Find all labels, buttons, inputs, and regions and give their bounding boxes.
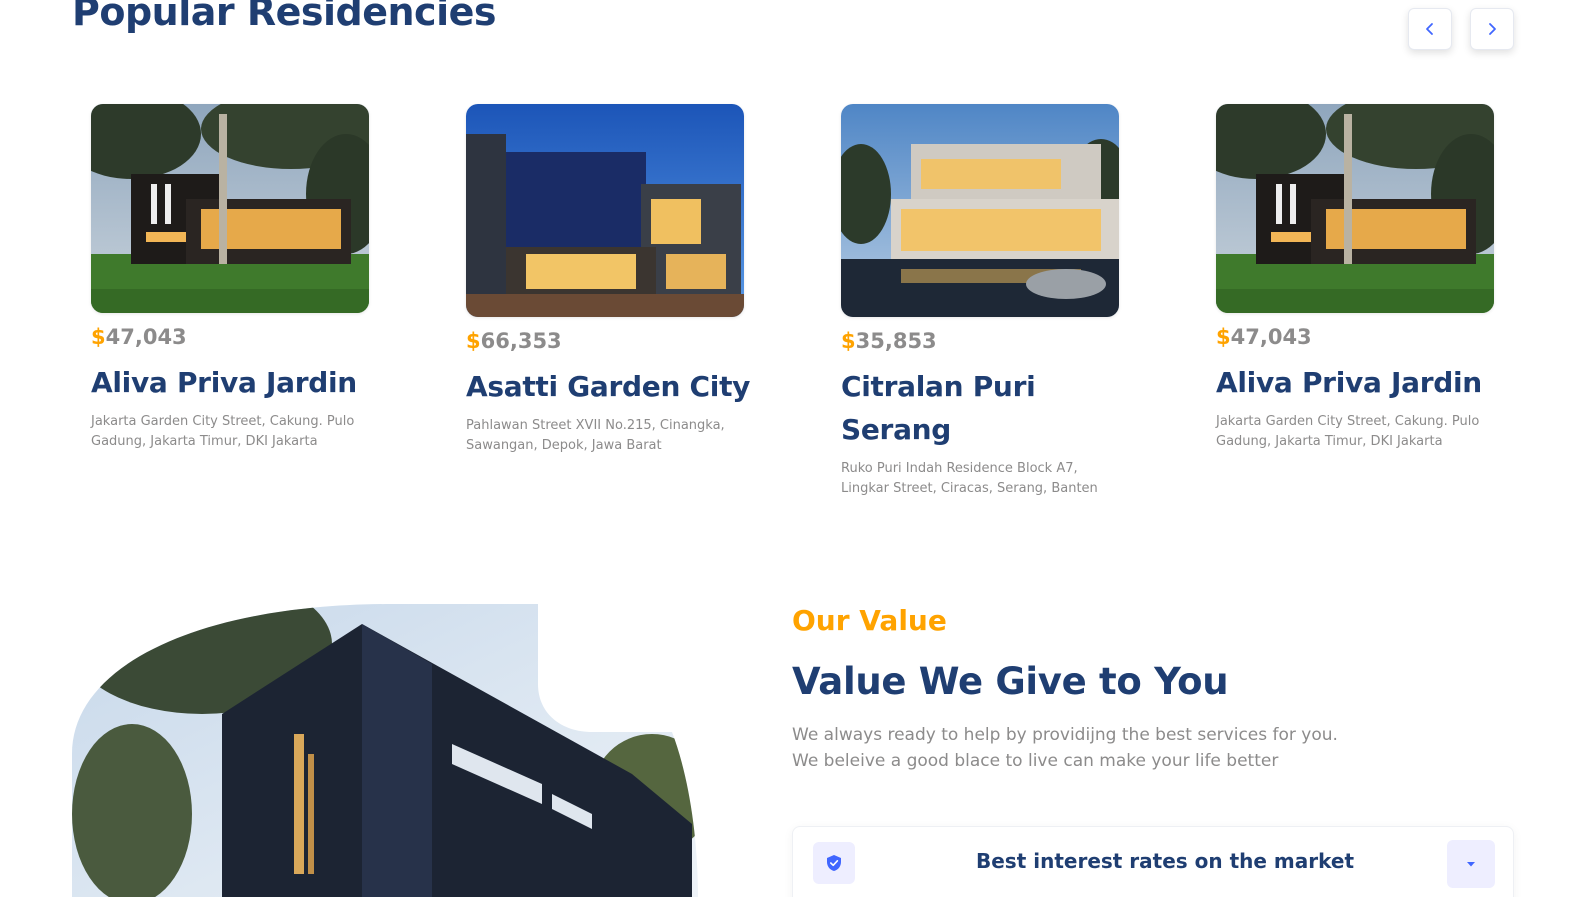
residency-image (91, 104, 369, 313)
prev-button[interactable] (1408, 8, 1452, 50)
residency-address: Jakarta Garden City Street, Cakung. Pulo… (1216, 414, 1480, 449)
residency-address: Ruko Puri Indah Residence Block A7, Ling… (841, 461, 1098, 496)
caret-down-icon (1467, 862, 1475, 867)
residency-image (841, 104, 1119, 317)
value-description-line: We beleive a good blace to live can make… (792, 751, 1279, 771)
chevron-left-icon (1426, 23, 1433, 35)
currency-symbol: $ (91, 325, 106, 349)
price: $47,043 (91, 325, 381, 349)
section-title: Popular Residencies (72, 0, 497, 34)
residency-name: Asatti Garden City (466, 370, 751, 403)
residency-name: Citralan Puri Serang (841, 370, 1036, 446)
price: $47,043 (1216, 325, 1506, 349)
price-value: 66,353 (480, 329, 562, 353)
residency-card[interactable]: $47,043 Aliva Priva Jardin Jakarta Garde… (91, 104, 381, 452)
value-heading: Value We Give to You (792, 660, 1229, 703)
price-value: 47,043 (105, 325, 187, 349)
value-description-line: We always ready to help by providijng th… (792, 725, 1338, 745)
value-label: Our Value (792, 604, 947, 637)
accordion-icon-box (813, 842, 855, 884)
price: $66,353 (466, 329, 756, 353)
residency-address: Jakarta Garden City Street, Cakung. Pulo… (91, 414, 355, 449)
residency-card[interactable]: $66,353 Asatti Garden City Pahlawan Stre… (466, 104, 756, 456)
value-image (72, 604, 698, 897)
residency-image (466, 104, 744, 317)
accordion-toggle-button[interactable] (1447, 840, 1495, 888)
residency-image (1216, 104, 1494, 313)
price-value: 35,853 (855, 329, 937, 353)
currency-symbol: $ (1216, 325, 1231, 349)
price-value: 47,043 (1230, 325, 1312, 349)
residency-card[interactable]: $47,043 Aliva Priva Jardin Jakarta Garde… (1216, 104, 1506, 452)
residency-card[interactable]: $35,853 Citralan Puri Serang Ruko Puri I… (841, 104, 1131, 499)
chevron-right-icon (1489, 23, 1496, 35)
value-description: We always ready to help by providijng th… (792, 722, 1338, 774)
residency-name: Aliva Priva Jardin (91, 366, 357, 399)
residency-address: Pahlawan Street XVII No.215, Cinangka, S… (466, 418, 725, 453)
page: Popular Residencies $47,043 Aliva Priva … (0, 0, 1588, 897)
accordion-title: Best interest rates on the market (976, 849, 1355, 873)
shield-check-icon (827, 855, 841, 871)
currency-symbol: $ (841, 329, 856, 353)
accordion-item[interactable]: Best interest rates on the market (792, 826, 1514, 897)
residency-name: Aliva Priva Jardin (1216, 366, 1482, 399)
next-button[interactable] (1470, 8, 1514, 50)
currency-symbol: $ (466, 329, 481, 353)
price: $35,853 (841, 329, 1131, 353)
